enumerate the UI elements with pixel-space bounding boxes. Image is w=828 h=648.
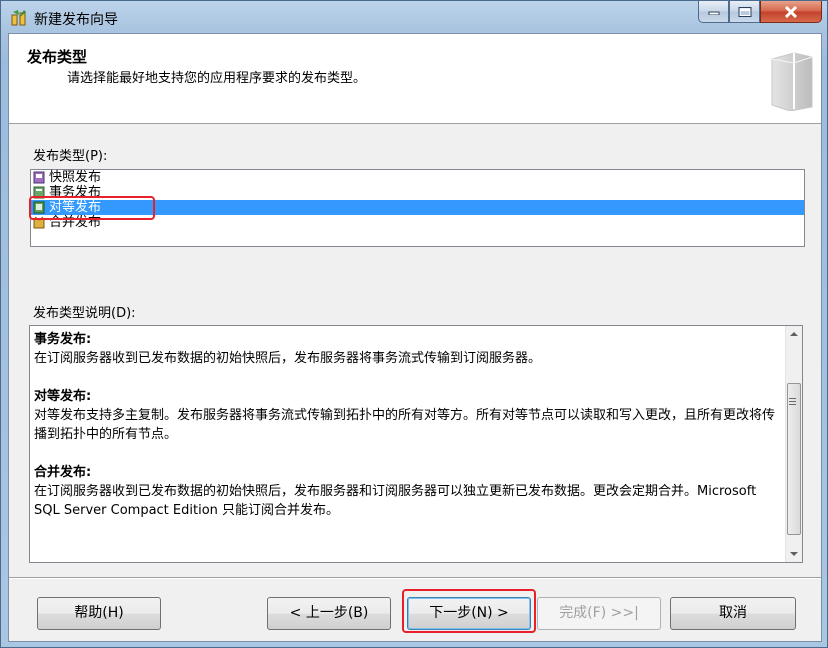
scroll-up-icon [790,332,798,336]
description-section-title: 合并发布: [34,465,92,480]
publication-type-label: 发布类型(P): [33,149,108,164]
scroll-down-button[interactable] [786,545,802,562]
description-scrollbar[interactable] [785,326,802,562]
list-item-snapshot[interactable]: 快照发布 [31,170,804,185]
scroll-up-button[interactable] [786,326,802,343]
wizard-body: 发布类型 请选择能最好地支持您的应用程序要求的发布类型。 发布类型(P): 快照… [8,33,822,642]
maximize-icon [738,6,751,17]
wizard-header-icon [771,52,813,111]
snapshot-publication-icon [33,171,45,184]
highlight-box-peer-to-peer [29,196,155,220]
description-section-merge: 合并发布: 在订阅服务器收到已发布数据的初始快照后，发布服务器和订阅服务器可以独… [34,463,778,520]
scroll-down-icon [790,552,798,556]
description-section-text: 在订阅服务器收到已发布数据的初始快照后，发布服务器和订阅服务器可以独立更新已发布… [34,484,757,518]
description-section-text: 在订阅服务器收到已发布数据的初始快照后，发布服务器将事务流式传输到订阅服务器。 [34,351,542,366]
description-section-transactional: 事务发布: 在订阅服务器收到已发布数据的初始快照后，发布服务器将事务流式传输到订… [34,330,778,368]
description-textbox[interactable]: 事务发布: 在订阅服务器收到已发布数据的初始快照后，发布服务器将事务流式传输到订… [29,325,803,563]
back-button[interactable]: < 上一步(B) [267,597,391,630]
new-publication-wizard-window: 新建发布向导 发布类型 请选择能最好地支持您的应用程序要求的发布类型。 发布类型… [0,0,828,648]
highlight-box-next [402,589,536,633]
description-section-text: 对等发布支持多主复制。发布服务器将事务流式传输到拓扑中的所有对等方。所有对等节点… [34,408,776,442]
maximize-button[interactable] [729,1,760,23]
minimize-icon [708,11,719,15]
list-item-label: 快照发布 [49,170,102,185]
title-bar[interactable]: 新建发布向导 [1,1,827,33]
description-content: 事务发布: 在订阅服务器收到已发布数据的初始快照后，发布服务器将事务流式传输到订… [34,330,778,539]
description-section-title: 事务发布: [34,332,92,347]
wizard-app-icon [11,10,26,26]
description-section-peer-to-peer: 对等发布: 对等发布支持多主复制。发布服务器将事务流式传输到拓扑中的所有对等方。… [34,387,778,444]
window-title: 新建发布向导 [34,12,118,28]
description-section-title: 对等发布: [34,389,92,404]
cancel-button[interactable]: 取消 [670,597,796,630]
page-title: 发布类型 [27,48,88,66]
page-subtitle: 请选择能最好地支持您的应用程序要求的发布类型。 [67,71,367,86]
close-icon [784,5,798,18]
help-button[interactable]: 帮助(H) [37,597,161,630]
minimize-button[interactable] [698,1,729,23]
footer-divider [9,577,821,579]
wizard-header: 发布类型 请选择能最好地支持您的应用程序要求的发布类型。 [9,34,821,124]
scrollbar-grip-icon [789,398,796,407]
description-label: 发布类型说明(D): [33,306,136,321]
close-window-button[interactable] [760,1,822,23]
finish-button[interactable]: 完成(F) >>| [537,597,661,630]
